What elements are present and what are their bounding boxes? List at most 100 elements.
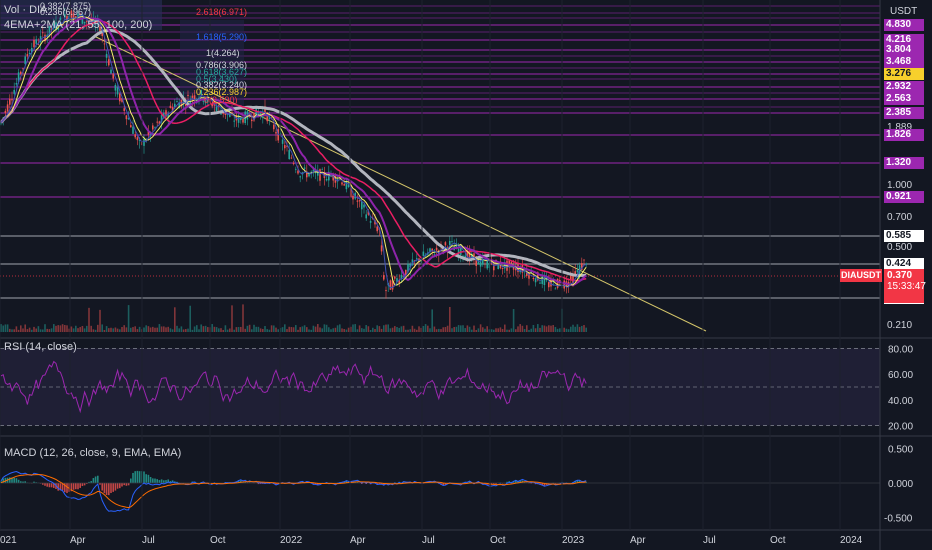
macd-histogram-bar (154, 478, 156, 483)
volume-bar (475, 329, 477, 332)
candle-body (251, 119, 253, 122)
volume-bar (180, 326, 183, 332)
macd-histogram-bar (13, 477, 15, 483)
macd-histogram-bar (46, 483, 48, 487)
candle-body (242, 119, 244, 123)
macd-histogram-bar (160, 479, 163, 483)
candle-body (24, 56, 26, 65)
candle-body (119, 93, 121, 102)
trendline[interactable] (93, 35, 707, 332)
macd-histogram-bar (125, 483, 128, 486)
volume-bar (543, 325, 546, 332)
volume-bar (127, 305, 130, 332)
volume-bar (528, 329, 530, 332)
volume-bar (438, 328, 440, 332)
candle-body (385, 290, 387, 292)
volume-bar (185, 329, 187, 332)
candle-body (11, 98, 13, 101)
volume-bar (17, 329, 20, 332)
macd-histogram-bar (44, 483, 46, 486)
macd-histogram-bar (116, 483, 119, 489)
volume-bar (64, 324, 66, 332)
ema-indicator-label[interactable]: 4EMA+2MA (21, 55, 100, 200) (4, 19, 152, 31)
volume-bar (497, 328, 499, 332)
volume-bar (530, 328, 532, 332)
volume-bar (387, 324, 389, 332)
volume-bar (171, 329, 174, 332)
volume-bar (13, 329, 15, 332)
time-axis-label: Jul (142, 535, 155, 546)
volume-bar (88, 307, 90, 332)
time-axis-label: Jul (422, 535, 435, 546)
volume-bar (253, 324, 255, 332)
candle-body (356, 200, 359, 202)
volume-bar (202, 326, 205, 332)
volume-bar (24, 324, 26, 332)
volume-bar (486, 326, 488, 332)
candle-body (394, 276, 396, 279)
macd-histogram-bar (110, 483, 112, 494)
volume-bar (215, 327, 218, 332)
volume-bar (22, 328, 24, 332)
volume-bar (134, 326, 136, 332)
candle-body (4, 110, 7, 113)
volume-bar (119, 329, 121, 332)
candle-body (125, 115, 128, 120)
price-badge: 0.585 (884, 230, 924, 242)
volume-bar (493, 329, 495, 332)
volume-bar (343, 329, 345, 332)
volume-bar (363, 328, 365, 332)
volume-bar (231, 305, 233, 332)
macd-histogram-bar (158, 480, 161, 483)
volume-bar (471, 329, 473, 332)
volume-bar (37, 326, 40, 332)
volume-bar (424, 324, 427, 332)
price-badge: 0.921 (884, 191, 924, 203)
volume-bar (501, 328, 504, 332)
volume-bar (372, 327, 374, 332)
volume-bar (259, 328, 262, 332)
volume-bar (484, 328, 486, 332)
volume-bar (550, 325, 552, 332)
volume-bar (57, 325, 59, 332)
candle-body (169, 105, 172, 109)
macd-histogram-bar (119, 483, 121, 489)
volume-bar (275, 327, 277, 332)
volume-bar (376, 325, 378, 332)
volume-bar (108, 328, 110, 332)
macd-histogram-bar (132, 472, 134, 483)
volume-bar (174, 307, 176, 332)
candle-body (233, 120, 235, 122)
macd-indicator-label[interactable]: MACD (12, 26, close, 9, EMA, EMA) (4, 447, 181, 459)
volume-bar (308, 329, 310, 332)
volume-bar (310, 329, 312, 332)
volume-bar (79, 327, 81, 332)
volume-bar (44, 324, 46, 332)
volume-bar (207, 327, 209, 332)
macd-histogram-bar (94, 476, 97, 483)
candle-body (215, 106, 218, 112)
volume-bar (99, 309, 101, 332)
volume-bar (77, 328, 79, 332)
volume-bar (534, 328, 537, 332)
volume-bar (361, 328, 363, 332)
candle-body (510, 261, 513, 264)
volume-bar (352, 324, 354, 332)
rsi-indicator-label[interactable]: RSI (14, close) (4, 341, 77, 353)
volume-bar (301, 326, 304, 332)
volume-bar (464, 328, 466, 332)
candle-body (341, 182, 343, 185)
candle-body (273, 124, 275, 130)
volume-bar (468, 326, 471, 332)
volume-bar (367, 326, 370, 332)
chart-canvas[interactable]: 0.2100.5000.7001.0001.8892.38580.0060.00… (0, 0, 932, 550)
volume-bar (354, 324, 356, 332)
volume-bar (182, 329, 185, 332)
macd-histogram-bar (152, 478, 154, 483)
volume-bar (570, 326, 572, 332)
macd-histogram-bar (130, 478, 132, 483)
current-price-tag: 0.370 15:33:47 (884, 269, 926, 303)
volume-bar (262, 328, 264, 332)
candle-body (376, 226, 378, 232)
volume-bar (81, 325, 84, 332)
